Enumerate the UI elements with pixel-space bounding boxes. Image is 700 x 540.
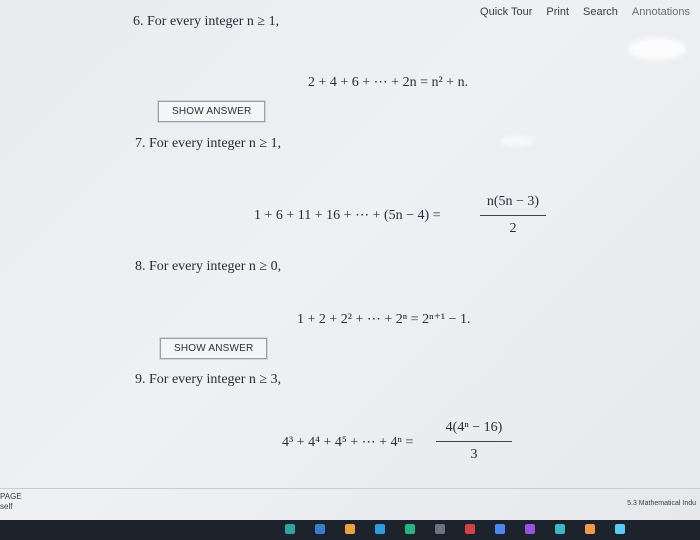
print-button[interactable]: Print xyxy=(546,6,569,18)
show-answer-button[interactable]: SHOW ANSWER xyxy=(160,338,268,359)
problem-7-label: 7. For every integer n ≥ 1, xyxy=(135,136,282,151)
fraction-denominator: 2 xyxy=(509,221,517,236)
problem-7-fraction: n(5n − 3) 2 xyxy=(480,194,546,237)
screen-glare xyxy=(500,136,534,146)
taskbar-app-icon[interactable] xyxy=(435,524,445,534)
problem-6-equation: 2 + 4 + 6 + ⋯ + 2n = n² + n. xyxy=(308,75,469,90)
taskbar-app-icon[interactable] xyxy=(285,524,295,534)
fraction-bar xyxy=(480,215,546,216)
taskbar-app-icon[interactable] xyxy=(495,524,505,534)
section-title: 5.3 Mathematical Indu xyxy=(627,500,696,507)
taskbar-app-icon[interactable] xyxy=(405,524,415,534)
taskbar-app-icon[interactable] xyxy=(375,524,385,534)
page-label: PAGE xyxy=(0,492,22,501)
page-nav-label[interactable]: PAGE self xyxy=(0,492,22,512)
taskbar-app-icon[interactable] xyxy=(555,524,565,534)
problem-9-fraction: 4(4ⁿ − 16) 3 xyxy=(436,420,512,463)
taskbar-app-icon[interactable] xyxy=(585,524,595,534)
problem-9-equation: 4³ + 4⁴ + 4⁵ + ⋯ + 4ⁿ = xyxy=(282,435,414,450)
fraction-bar xyxy=(436,441,512,442)
search-button[interactable]: Search xyxy=(583,6,618,18)
annotations-button[interactable]: Annotations xyxy=(632,6,690,18)
screen-glare xyxy=(628,38,686,60)
taskbar-app-icon[interactable] xyxy=(315,524,325,534)
quick-tour-button[interactable]: Quick Tour xyxy=(480,6,532,18)
show-answer-button[interactable]: SHOW ANSWER xyxy=(158,101,266,122)
taskbar-app-icon[interactable] xyxy=(345,524,355,534)
fraction-denominator: 3 xyxy=(470,447,478,462)
top-toolbar: Quick Tour Print Search Annotations xyxy=(480,0,700,36)
self-label: self xyxy=(0,502,13,511)
problem-9-label: 9. For every integer n ≥ 3, xyxy=(135,372,282,387)
os-taskbar xyxy=(0,520,700,540)
taskbar-app-icon[interactable] xyxy=(615,524,625,534)
problem-8-label: 8. For every integer n ≥ 0, xyxy=(135,259,282,274)
fraction-numerator: 4(4ⁿ − 16) xyxy=(445,420,503,435)
footer-divider xyxy=(0,488,700,489)
taskbar-app-icon[interactable] xyxy=(465,524,475,534)
problem-8-equation: 1 + 2 + 2² + ⋯ + 2ⁿ = 2ⁿ⁺¹ − 1. xyxy=(297,312,471,327)
taskbar-app-icon[interactable] xyxy=(525,524,535,534)
fraction-numerator: n(5n − 3) xyxy=(486,194,540,209)
problem-7-equation: 1 + 6 + 11 + 16 + ⋯ + (5n − 4) = xyxy=(254,208,441,223)
problem-6-label: 6. For every integer n ≥ 1, xyxy=(133,14,280,29)
